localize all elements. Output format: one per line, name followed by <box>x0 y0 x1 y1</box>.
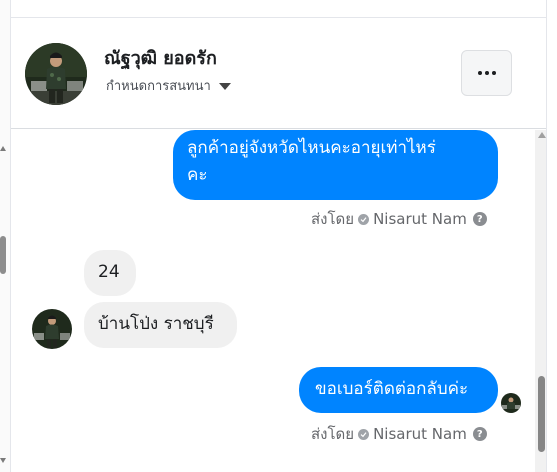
outgoing-message[interactable]: ลูกค้าอยู่จังหวัดไหนคะอายุเท่าไหร่ คะ <box>173 130 498 200</box>
more-options-button[interactable] <box>461 50 512 96</box>
top-strip <box>11 0 546 18</box>
verified-icon <box>358 213 370 225</box>
contact-name[interactable]: ณัฐวุฒิ ยอดรัก <box>104 43 217 72</box>
sender-name[interactable]: Nisarut Nam <box>373 425 467 443</box>
sent-by-info: ส่งโดย Nisarut Nam ? <box>311 422 487 446</box>
sender-name[interactable]: Nisarut Nam <box>373 210 467 228</box>
message-text: 24 <box>98 262 120 282</box>
incoming-message[interactable]: บ้านโป่ง ราชบุรี <box>84 302 237 348</box>
verified-icon <box>358 428 370 440</box>
outgoing-message[interactable]: ขอเบอร์ติดต่อกลับค่ะ <box>299 367 498 413</box>
message-text-line: คะ <box>187 165 208 185</box>
sent-by-info: ส่งโดย Nisarut Nam ? <box>311 207 487 231</box>
message-thread: ลูกค้าอยู่จังหวัดไหนคะอายุเท่าไหร่ คะ ส่… <box>11 130 535 472</box>
caret-down-icon <box>218 83 231 90</box>
sent-by-label: ส่งโดย <box>311 425 355 443</box>
message-text-line: ลูกค้าอยู่จังหวัดไหนคะอายุเท่าไหร่ <box>187 138 436 158</box>
page-scroll-down-arrow[interactable] <box>0 458 6 463</box>
page-scrollbar-thumb[interactable] <box>0 236 6 274</box>
contact-avatar-small[interactable] <box>32 309 72 349</box>
help-icon[interactable]: ? <box>472 427 487 441</box>
conversation-schedule-label: กำหนดการสนทนา <box>106 79 211 94</box>
contact-avatar[interactable] <box>25 43 87 105</box>
conversation-header: ณัฐวุฒิ ยอดรัก กำหนดการสนทนา <box>11 18 546 129</box>
help-icon[interactable]: ? <box>472 212 487 226</box>
right-edge <box>546 0 557 472</box>
seen-avatar <box>501 393 521 413</box>
message-text: ขอเบอร์ติดต่อกลับค่ะ <box>315 379 469 399</box>
sent-by-label: ส่งโดย <box>311 210 355 228</box>
incoming-message[interactable]: 24 <box>84 250 136 296</box>
message-text: บ้านโป่ง ราชบุรี <box>98 314 214 334</box>
thread-scroll-up-arrow[interactable] <box>538 132 546 138</box>
thread-scrollbar-thumb[interactable] <box>538 376 545 452</box>
conversation-schedule-dropdown[interactable]: กำหนดการสนทนา <box>106 75 231 96</box>
more-horizontal-icon <box>477 71 482 75</box>
page-scroll-up-arrow[interactable] <box>0 146 6 151</box>
